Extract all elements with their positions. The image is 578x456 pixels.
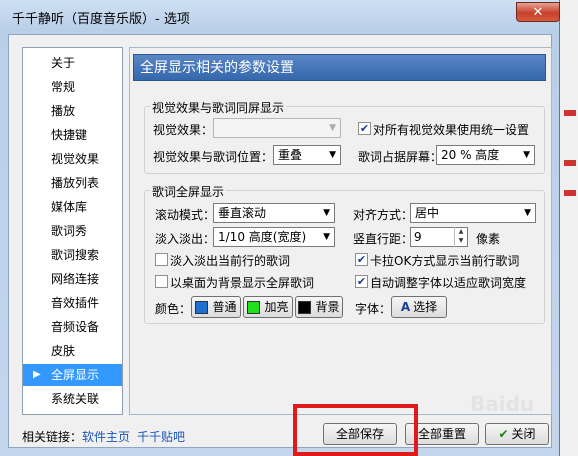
nav-item-network[interactable]: 网络连接 xyxy=(29,268,121,290)
panel-header: 全屏显示相关的参数设置 xyxy=(133,54,546,81)
spacing-unit: 像素 xyxy=(476,232,501,246)
align-select[interactable]: 居中 ▼ xyxy=(410,203,536,223)
align-label: 对齐方式： xyxy=(353,208,414,222)
spacing-input[interactable]: 9 ▲ ▼ xyxy=(410,227,468,247)
forum-link[interactable]: 千千贴吧 xyxy=(137,428,185,445)
font-icon: A xyxy=(400,300,411,314)
nav-item-dsp-plugins[interactable]: 音效插件 xyxy=(29,292,121,314)
background-color-button[interactable]: 背景 xyxy=(295,296,343,318)
chevron-down-icon: ▼ xyxy=(523,150,530,160)
unify-label: 对所有视觉效果使用统一设置 xyxy=(373,123,530,137)
normal-color-button[interactable]: 普通 xyxy=(191,296,241,318)
nav-item-playback[interactable]: 播放 xyxy=(29,100,121,122)
window-close-button[interactable]: ✕ xyxy=(516,2,560,22)
fade-current-checkbox[interactable] xyxy=(155,253,168,266)
chevron-down-icon: ▼ xyxy=(524,208,531,218)
desktop-mark xyxy=(564,160,576,166)
nav-item-skin[interactable]: 皮肤 xyxy=(29,340,121,362)
ratio-label: 歌词占据屏幕： xyxy=(358,150,443,164)
fade-current-label: 淡入淡出当前行的歌词 xyxy=(170,254,291,268)
nav-item-label: 全屏显示 xyxy=(51,368,100,382)
scroll-mode-select[interactable]: 垂直滚动 ▼ xyxy=(213,203,335,223)
nav-item-associations[interactable]: 系统关联 xyxy=(29,388,121,410)
color-label: 颜色： xyxy=(155,302,192,316)
nav-item-hotkeys[interactable]: 快捷键 xyxy=(29,124,121,146)
close-button[interactable]: ✔ 关闭 xyxy=(485,423,549,445)
window-title: 千千静听（百度音乐版）- 选项 xyxy=(12,12,190,27)
nav-item-lyrics-show[interactable]: 歌词秀 xyxy=(29,220,121,242)
visual-sync-group-title: 视觉效果与歌词同屏显示 xyxy=(150,99,287,116)
nav-item-audio-device[interactable]: 音频设备 xyxy=(29,316,121,338)
karaoke-checkbox[interactable]: ✔ xyxy=(355,253,368,266)
highlight-color-button[interactable]: 加亮 xyxy=(243,296,293,318)
autofit-checkbox[interactable]: ✔ xyxy=(355,275,368,288)
unify-checkbox[interactable]: ✔ xyxy=(358,122,371,135)
spacing-label: 竖直行距： xyxy=(353,232,414,246)
karaoke-label: 卡拉OK方式显示当前行歌词 xyxy=(370,254,520,268)
desktop-mark xyxy=(564,110,576,116)
homepage-link[interactable]: 软件主页 xyxy=(82,428,130,445)
normal-color-swatch xyxy=(195,301,209,314)
chevron-down-icon: ▼ xyxy=(329,123,336,133)
watermark: Baidu xyxy=(470,392,535,416)
nav-item-lyrics-search[interactable]: 歌词搜索 xyxy=(29,244,121,266)
desktop-bg-checkbox[interactable] xyxy=(155,275,168,288)
nav-item-about[interactable]: 关于 xyxy=(29,52,121,74)
visual-effect-label: 视觉效果： xyxy=(153,123,214,137)
highlight-color-swatch xyxy=(247,301,261,314)
fade-label: 淡入淡出： xyxy=(155,232,216,246)
scroll-label: 滚动模式： xyxy=(155,208,216,222)
nav-item-playlist[interactable]: 播放列表 xyxy=(29,172,121,194)
ratio-select[interactable]: 20 % 高度 ▼ xyxy=(436,145,535,165)
autofit-label: 自动调整字体以适应歌词宽度 xyxy=(370,276,527,290)
spin-buttons[interactable]: ▲ ▼ xyxy=(454,227,467,247)
font-label: 字体： xyxy=(355,302,392,316)
nav-item-general[interactable]: 常规 xyxy=(29,76,121,98)
font-select-button[interactable]: A 选择 xyxy=(391,296,447,318)
lyrics-group-title: 歌词全屏显示 xyxy=(150,183,227,200)
category-list[interactable]: 关于 常规 播放 快捷键 视觉效果 播放列表 媒体库 歌词秀 歌词搜索 网络连接… xyxy=(22,47,123,415)
visual-effect-select: ▼ xyxy=(213,118,341,138)
background-desktop xyxy=(560,0,578,456)
highlight-annotation xyxy=(293,404,418,456)
nav-item-fullscreen[interactable]: ▶ 全屏显示 xyxy=(23,364,122,386)
fade-select[interactable]: 1/10 高度(宽度) ▼ xyxy=(213,227,335,247)
position-select[interactable]: 重叠 ▼ xyxy=(273,145,341,165)
nav-item-library[interactable]: 媒体库 xyxy=(29,196,121,218)
chevron-down-icon: ▼ xyxy=(329,150,336,160)
checkmark-icon: ✔ xyxy=(498,427,509,441)
related-links-label: 相关链接： xyxy=(22,430,83,444)
selected-arrow-icon: ▶ xyxy=(33,369,41,380)
chevron-down-icon: ▼ xyxy=(323,208,330,218)
chevron-down-icon: ▼ xyxy=(323,232,330,242)
desktop-bg-label: 以桌面为背景显示全屏歌词 xyxy=(170,276,315,290)
position-label: 视觉效果与歌词位置： xyxy=(153,150,274,164)
background-color-swatch xyxy=(298,301,312,314)
desktop-mark xyxy=(564,190,576,196)
nav-item-visual[interactable]: 视觉效果 xyxy=(29,148,121,170)
title-bar[interactable]: 千千静听（百度音乐版）- 选项 xyxy=(0,0,560,34)
